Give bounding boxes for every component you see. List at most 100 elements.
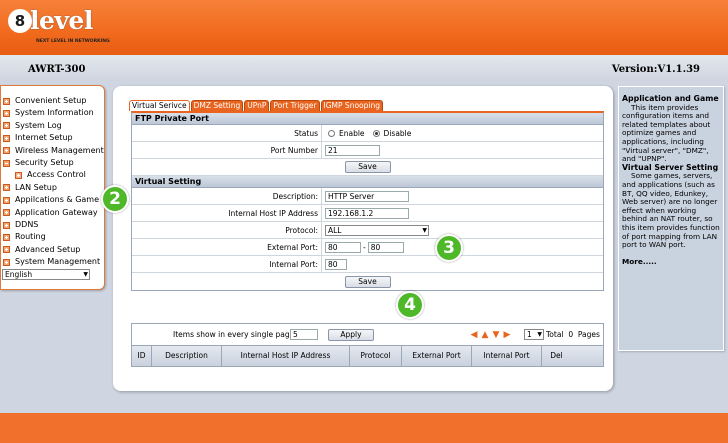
- sidebar-item-label: Convenient Setup: [15, 96, 87, 105]
- sidebar-item-routing[interactable]: Routing: [1, 231, 105, 243]
- logo-badge: 8: [8, 9, 32, 33]
- help-text-application: This item provides configuration items a…: [622, 102, 711, 164]
- ip-input[interactable]: 192.168.1.2: [325, 207, 409, 219]
- apply-button[interactable]: Apply: [328, 329, 374, 341]
- help-text-virtual-server: Some games, servers, and applications (s…: [622, 171, 720, 250]
- sidebar-item-ddns[interactable]: DDNS: [1, 219, 105, 231]
- external-port-row: External Port: 80 - 80: [132, 239, 603, 256]
- chevron-down-icon: ▼: [537, 331, 542, 338]
- minus-box-icon: [3, 159, 10, 167]
- ftp-save-row: Save: [132, 159, 603, 176]
- page-size-input[interactable]: 5: [290, 329, 318, 340]
- ftp-save-button[interactable]: Save: [344, 161, 391, 173]
- sidebar-menu: Convenient Setup System Information System…: [0, 85, 105, 290]
- tab-igmp-snooping[interactable]: IGMP Snooping: [320, 100, 383, 111]
- sidebar-item-system-information[interactable]: System Information: [1, 107, 105, 119]
- sidebar-item-application-gateway[interactable]: Application Gateway: [1, 207, 105, 219]
- sidebar-item-convenient-setup[interactable]: Convenient Setup: [1, 95, 105, 107]
- page-value: 1: [527, 330, 532, 339]
- sidebar-item-label: Security Setup: [15, 157, 74, 167]
- main-panel: Virtual Serivce DMZ Setting UPnP Port Trigg…: [113, 86, 613, 391]
- tab-dmz-setting[interactable]: DMZ Setting: [190, 100, 244, 111]
- column-header-id: ID: [132, 346, 152, 366]
- footer-bar: [0, 413, 728, 443]
- sidebar-item-label: Internet Setup: [15, 133, 73, 143]
- ftp-section-title: FTP Private Port: [132, 113, 603, 125]
- logo-text: level: [30, 6, 93, 35]
- step-callout-2: 2: [101, 185, 129, 213]
- plus-box-icon: [3, 110, 10, 118]
- pagination-nav: ◀ ▲ ▼ ▶: [469, 330, 512, 340]
- column-header-internal-port: Internal Port: [472, 346, 542, 366]
- column-header-del: Del: [550, 351, 563, 360]
- tab-port-trigger[interactable]: Port Trigger: [270, 100, 320, 111]
- brand-logo: 8 level NEXT LEVEL IN NETWORKING: [8, 6, 118, 48]
- enable-radio[interactable]: [328, 129, 335, 137]
- plus-box-icon: [3, 147, 10, 155]
- prev-page-icon[interactable]: ▲: [480, 330, 490, 340]
- status-row: Status Enable Disable: [132, 125, 603, 142]
- sidebar-item-advanced-setup[interactable]: Advanced Setup: [1, 244, 105, 256]
- sidebar-item-label: Advanced Setup: [15, 244, 81, 254]
- first-page-icon[interactable]: ◀: [469, 330, 479, 340]
- page-size-label: Items show in every single page: [173, 330, 295, 339]
- sidebar-item-system-management[interactable]: System Management: [1, 256, 105, 268]
- port-number-row: Port Number 21: [132, 142, 603, 159]
- sidebar-item-internet-setup[interactable]: Internet Setup: [1, 132, 105, 144]
- external-port-to-input[interactable]: 80: [367, 241, 404, 253]
- protocol-value: ALL: [328, 225, 342, 235]
- plus-box-icon: [3, 258, 10, 266]
- column-header-description: Description: [152, 346, 222, 366]
- sidebar-item-lan-setup[interactable]: LAN Setup: [1, 182, 105, 194]
- description-label: Description:: [132, 188, 322, 204]
- status-label: Status: [132, 125, 322, 141]
- sidebar-item-access-control[interactable]: Access Control: [1, 169, 105, 181]
- logo-digit: 8: [14, 11, 26, 30]
- table-header: ID Description Internal Host IP Address Pro…: [132, 346, 603, 366]
- plus-box-icon: [3, 209, 10, 217]
- ip-label: Internal Host IP Address: [132, 205, 322, 221]
- sidebar-item-security-setup[interactable]: Security Setup: [1, 157, 105, 169]
- description-input[interactable]: HTTP Server: [325, 190, 409, 202]
- language-select[interactable]: English ▼: [2, 269, 90, 280]
- sidebar-item-label: Access Control: [27, 170, 86, 180]
- protocol-label: Protocol:: [132, 222, 322, 238]
- plus-box-icon: [3, 184, 10, 192]
- more-link[interactable]: More.....: [622, 257, 720, 267]
- port-number-label: Port Number: [132, 142, 322, 158]
- virtual-section-title: Virtual Setting: [132, 176, 603, 188]
- next-page-icon[interactable]: ▼: [491, 330, 501, 340]
- language-value: English: [5, 270, 33, 279]
- pages-label: Pages: [577, 330, 600, 339]
- list-toolbar: Items show in every single page 5 Apply …: [132, 324, 603, 346]
- total-label: Total: [546, 330, 564, 339]
- chevron-down-icon: ▼: [422, 226, 427, 234]
- sidebar-item-label: DDNS: [15, 219, 39, 229]
- last-page-icon[interactable]: ▶: [502, 330, 512, 340]
- sidebar-item-appilcations-game[interactable]: Appilcations & Game: [1, 194, 105, 206]
- external-port-label: External Port:: [132, 239, 322, 255]
- internal-port-input[interactable]: 80: [325, 258, 347, 270]
- virtual-save-button[interactable]: Save: [344, 275, 391, 288]
- sidebar-item-label: LAN Setup: [15, 182, 57, 192]
- protocol-select[interactable]: ALL ▼: [325, 224, 429, 236]
- protocol-row: Protocol: ALL ▼: [132, 222, 603, 239]
- description-row: Description: HTTP Server: [132, 188, 603, 205]
- sidebar-item-label: Routing: [15, 232, 46, 242]
- disable-radio[interactable]: [372, 129, 380, 137]
- enable-label: Enable: [339, 128, 365, 138]
- column-header-external-port: External Port: [402, 346, 472, 366]
- sidebar-item-system-log[interactable]: System Log: [1, 120, 105, 132]
- tab-upnp[interactable]: UPnP: [244, 100, 270, 111]
- plus-box-icon: [15, 172, 22, 180]
- sidebar-item-label: Appilcations & Game: [15, 195, 100, 205]
- external-port-from-input[interactable]: 80: [325, 241, 361, 253]
- step-callout-4: 4: [396, 291, 424, 319]
- menu-list: Convenient Setup System Information System…: [1, 95, 105, 268]
- sidebar-item-wireless-management[interactable]: Wireless Management: [1, 145, 105, 157]
- page-select[interactable]: 1 ▼: [524, 329, 544, 340]
- port-number-input[interactable]: 21: [325, 144, 380, 156]
- header-banner: 8 level NEXT LEVEL IN NETWORKING: [0, 0, 728, 55]
- plus-box-icon: [3, 196, 10, 204]
- tab-virtual-serivce[interactable]: Virtual Serivce: [129, 100, 190, 111]
